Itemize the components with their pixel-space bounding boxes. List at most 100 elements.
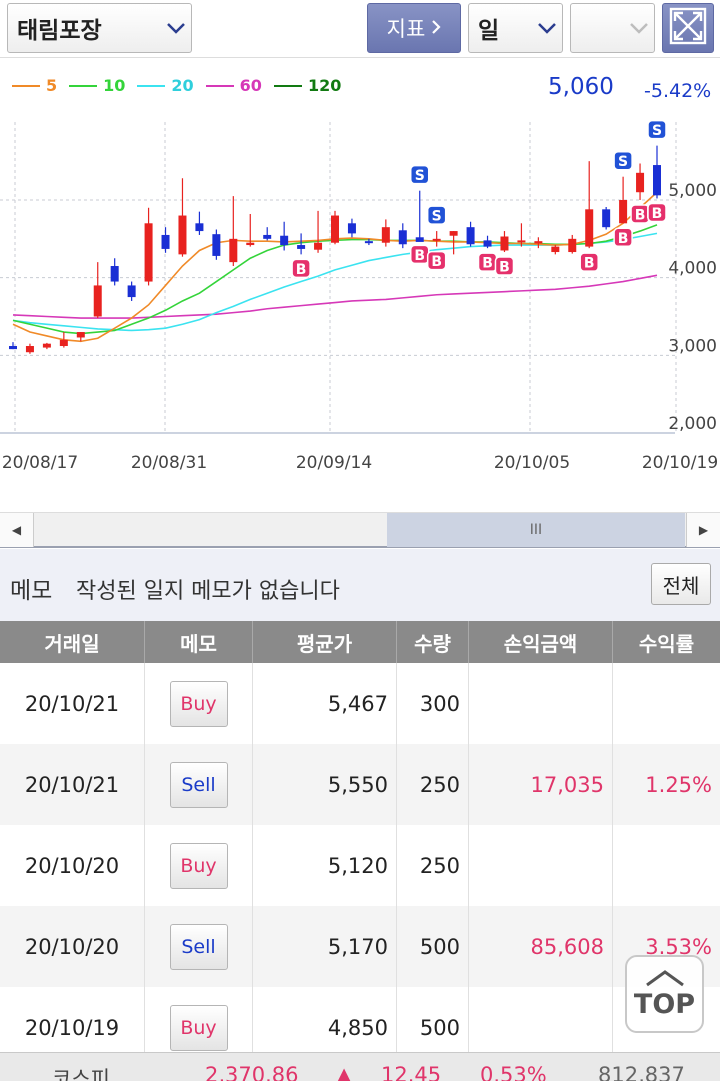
index-value: 2,370.86 [205, 1063, 299, 1081]
marker-label: B [652, 206, 663, 222]
period-select[interactable]: 일 [468, 3, 563, 53]
candle-body [9, 346, 17, 350]
x-tick-label: 20/10/19 [642, 453, 718, 473]
table-row[interactable]: 20/10/21 Buy 5,467 300 [0, 663, 720, 744]
trade-table-header: 거래일 메모 평균가 수량 손익금액 수익률 [0, 621, 720, 663]
indicator-button[interactable]: 지표 [367, 3, 461, 53]
candle-body [585, 209, 594, 247]
candle-body [653, 165, 661, 196]
avg-price: 5,550 [253, 744, 397, 825]
marker-label: S [652, 123, 662, 139]
avg-price: 5,170 [253, 906, 397, 987]
scroll-left-button[interactable]: ◀ [0, 513, 34, 547]
scroll-right-button[interactable]: ▶ [686, 513, 720, 547]
index-volume: 812,837 [598, 1063, 685, 1081]
candle-body [161, 234, 170, 249]
sell-memo-button[interactable]: Sell [169, 923, 228, 970]
pl-amount: 85,608 [469, 906, 613, 987]
col-pl-amount[interactable]: 손익금액 [469, 621, 613, 663]
candle-body [59, 339, 68, 347]
col-return-rate[interactable]: 수익률 [613, 621, 720, 663]
candle-body [127, 285, 136, 298]
candle-body [381, 227, 390, 243]
candle-body [500, 236, 509, 251]
fullscreen-button[interactable] [662, 3, 714, 53]
memo-cell: Sell [145, 906, 253, 987]
quantity: 500 [397, 906, 469, 987]
marker-label: S [415, 168, 425, 184]
period-value: 일 [478, 18, 500, 44]
trade-table-body: 20/10/21 Buy 5,467 300 20/10/21 Sell 5,5… [0, 663, 720, 1068]
candle-body [347, 223, 356, 234]
top-label: TOP [633, 988, 696, 1020]
scroll-grip-icon: III [529, 522, 543, 538]
chevron-right-icon [431, 16, 441, 40]
memo-bar: 메모 작성된 일지 메모가 없습니다 전체 [0, 549, 720, 621]
candle-body [263, 234, 272, 239]
candle-body [466, 227, 475, 245]
candlestick-plot: 5,000 4,000 3,000 2,000 20/08/17 20/08/31 20/0… [0, 119, 718, 473]
candle-body [280, 235, 289, 246]
table-row[interactable]: 20/10/21 Sell 5,550 250 17,035 1.25% [0, 744, 720, 825]
secondary-select[interactable] [570, 3, 655, 53]
candle-body [314, 242, 323, 250]
buy-memo-button[interactable]: Buy [169, 1004, 228, 1051]
market-ticker[interactable]: 코스피 2,370.86 ▲ 12.45 0.53% 812,837 [0, 1052, 720, 1081]
marker-label: B [296, 262, 307, 278]
return-rate [613, 663, 720, 744]
marker-label: B [618, 231, 629, 247]
buy-memo-button[interactable]: Buy [169, 680, 228, 727]
price-chart[interactable]: 5 10 20 60 120 5,060 -5.42% 5,000 4,000 3,000 2… [0, 58, 720, 510]
memo-cell: Buy [145, 663, 253, 744]
candle-body [93, 285, 102, 317]
candle-body [178, 215, 187, 255]
candle-body [331, 215, 339, 243]
candle-body [212, 234, 221, 256]
candle-body [517, 240, 526, 243]
return-rate: 1.25% [645, 772, 712, 797]
scroll-top-button[interactable]: TOP [625, 955, 704, 1033]
chevron-down-icon [624, 22, 654, 34]
chevron-up-icon [644, 969, 686, 991]
memo-all-button[interactable]: 전체 [651, 563, 711, 605]
candle-body [483, 240, 492, 247]
table-row[interactable]: 20/10/20 Buy 5,120 250 [0, 825, 720, 906]
marker-label: S [618, 154, 628, 170]
ma-line-ma20 [12, 232, 658, 332]
sell-memo-button[interactable]: Sell [169, 761, 228, 808]
candle-body [534, 241, 543, 244]
candle-body [568, 238, 577, 253]
col-quantity[interactable]: 수량 [397, 621, 469, 663]
pl-amount [469, 825, 613, 906]
buy-memo-button[interactable]: Buy [169, 842, 228, 889]
trade-date: 20/10/21 [0, 663, 145, 744]
candle-body [76, 332, 85, 338]
quantity: 250 [397, 825, 469, 906]
col-avg-price[interactable]: 평균가 [253, 621, 397, 663]
col-memo[interactable]: 메모 [145, 621, 253, 663]
candle-body [195, 223, 204, 232]
memo-cell: Buy [145, 825, 253, 906]
marker-label: B [431, 254, 442, 270]
candle-body [449, 231, 458, 236]
scroll-thumb[interactable]: III [387, 513, 685, 547]
x-tick-label: 20/09/14 [296, 453, 372, 473]
chart-scrollbar[interactable]: ◀ III ▶ [0, 512, 720, 548]
trade-date: 20/10/21 [0, 744, 145, 825]
x-tick-label: 20/10/05 [494, 453, 570, 473]
candle-body [398, 230, 407, 245]
candle-body [364, 241, 373, 244]
index-change: 12.45 [381, 1063, 442, 1081]
table-row[interactable]: 20/10/20 Sell 5,170 500 85,608 3.53% [0, 906, 720, 987]
stock-select[interactable]: 태림포장 [7, 3, 192, 53]
y-tick-label: 5,000 [668, 181, 717, 201]
ma-line-ma60 [12, 274, 658, 319]
y-tick-label: 4,000 [668, 259, 717, 279]
memo-title: 메모 [10, 578, 53, 604]
col-trade-date[interactable]: 거래일 [0, 621, 145, 663]
y-tick-label: 3,000 [668, 336, 717, 356]
marker-label: B [584, 256, 595, 272]
marker-label: B [499, 260, 510, 276]
expand-icon [669, 7, 707, 49]
marker-label: S [432, 209, 442, 225]
